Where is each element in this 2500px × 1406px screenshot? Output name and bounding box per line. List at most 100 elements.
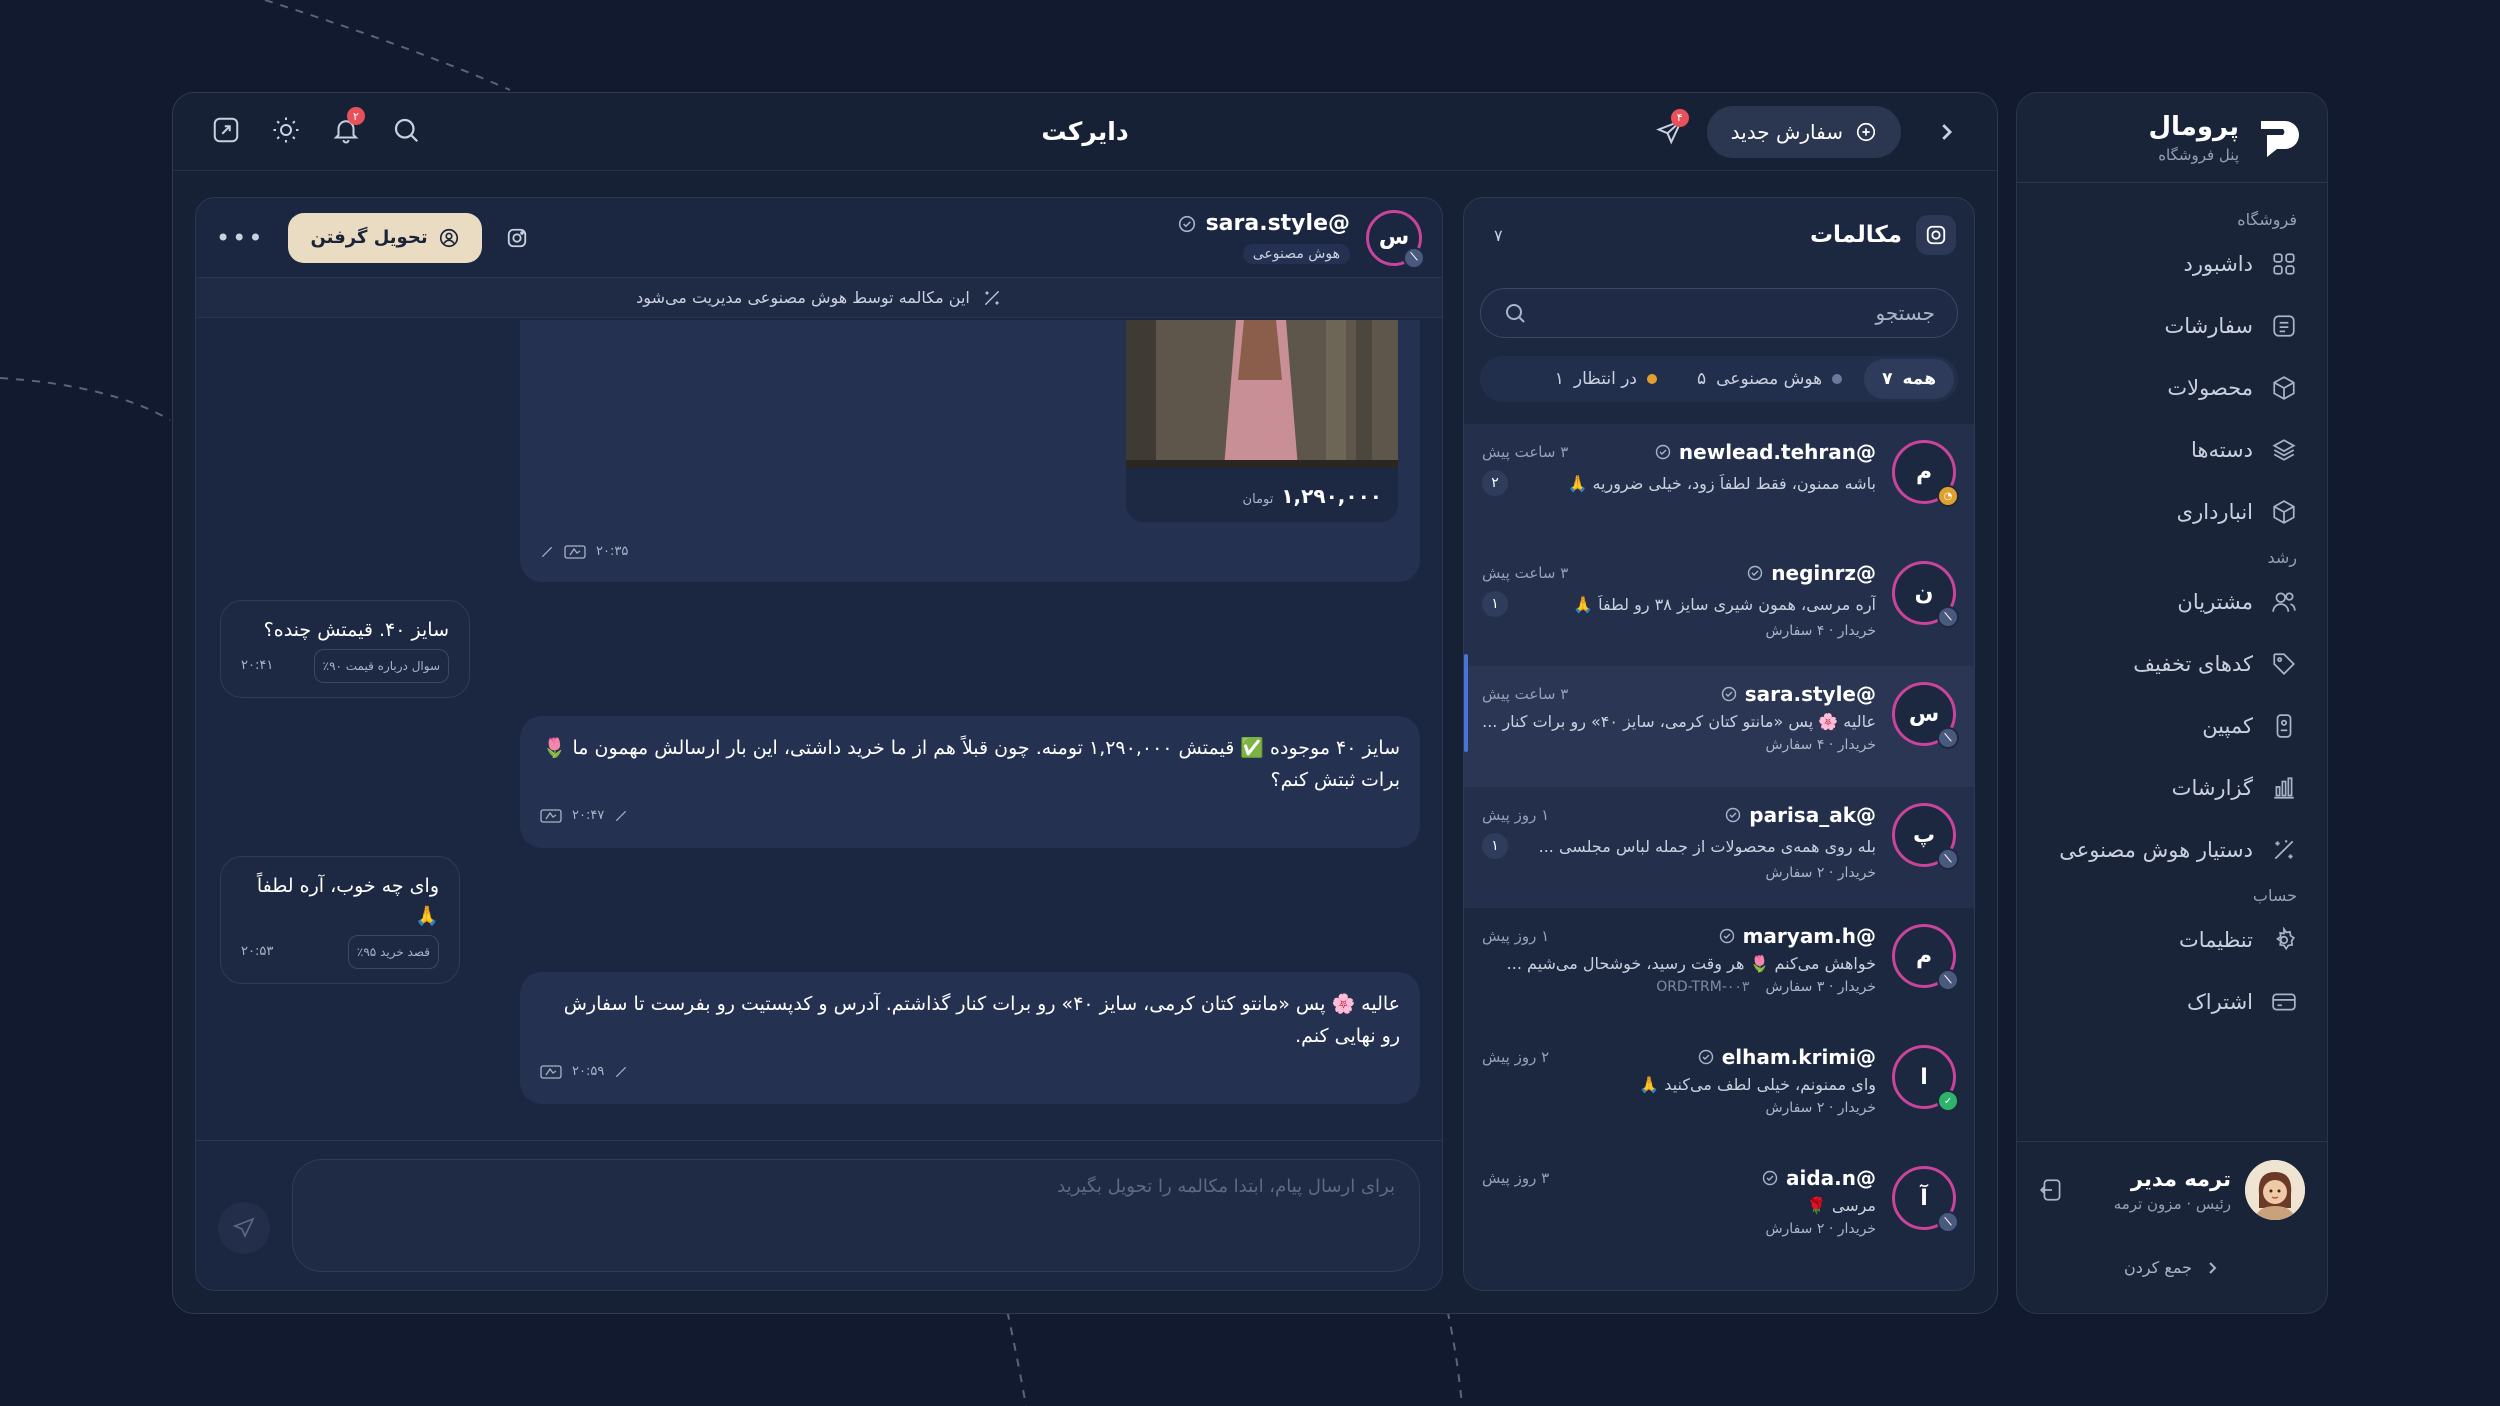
message-time: ۲۰:۴۱ [241,658,274,673]
chevron-right-icon[interactable] [1935,121,1957,143]
collapse-sidebar-button[interactable]: جمع کردن [2017,1258,2327,1277]
chat-contact-name: sara.style@ [1205,211,1350,236]
conversation-item[interactable]: آ ⟋ aida.n@ ۳ روز پیش مرسی 🌹 خریدار · ۲ … [1464,1150,1974,1271]
filter-all[interactable]: همه ۷ [1864,359,1954,399]
sidebar-item-campaign[interactable]: کمپین [2017,695,2327,757]
conversation-name: aida.n@ [1786,1166,1876,1190]
sidebar-item-subscription[interactable]: اشتراک [2017,971,2327,1033]
take-over-button[interactable]: تحویل گرفتن [288,212,482,263]
avatar: ن ⟋ [1892,561,1959,628]
sun-icon[interactable] [271,115,301,145]
conversation-item[interactable]: ن ⟋ neginrz@ ۳ ساعت پیش آره مرسی، همون ش… [1464,545,1974,666]
conversation-name: sara.style@ [1744,682,1876,706]
brand: پرومال پنل فروشگاه [2017,93,2327,183]
message-text: سایز ۴۰. قیمتش چنده؟ [263,619,449,641]
instagram-icon [1916,215,1956,255]
customer-meta: خریدار · ۲ سفارش [1765,865,1876,881]
conversation-preview: مرسی 🌹 [1806,1196,1876,1215]
sidebar-item-label: مشتریان [2177,590,2253,614]
sidebar-item-dashboard[interactable]: داشبورد [2017,233,2327,295]
expand-icon[interactable] [211,115,241,145]
message-input-placeholder: برای ارسال پیام، ابتدا مکالمه را تحویل ب… [1057,1176,1395,1197]
verified-icon [1719,928,1734,944]
conversation-time: ۲ روز پیش [1482,1048,1550,1066]
composer: برای ارسال پیام، ابتدا مکالمه را تحویل ب… [196,1140,1442,1290]
message-time: ۲۰:۵۹ [572,1064,605,1079]
search-icon[interactable] [391,115,421,145]
status-badge: ✓ [1937,1090,1959,1112]
scrollbar[interactable] [1464,654,1468,752]
conversation-preview: وای ممنونم، خیلی لطف می‌کنید 🙏 [1639,1075,1876,1094]
verified-icon [1698,1049,1713,1065]
conversation-preview: خواهش می‌کنم 🌷 هر وقت رسید، خوشحال می‌شی… [1506,954,1876,973]
verified-icon [1748,565,1763,581]
avatar-initial: س [1908,701,1940,727]
instagram-icon[interactable] [506,227,528,249]
avatar: پ ⟋ [1892,803,1959,870]
conversations-title: مکالمات [1809,222,1902,248]
ai-banner-text: این مکالمه توسط هوش مصنوعی مدیریت می‌شود [636,288,970,307]
sidebar-footer: ترمه مدیر رئیس · مزون ترمه جمع کردن [2017,1141,2327,1313]
conversations-panel: مکالمات ۷ جستجو همه ۷ هوش مصنوعی ۵ در ان… [1463,197,1975,1291]
verified-icon [1721,686,1736,702]
user-profile[interactable]: ترمه مدیر رئیس · مزون ترمه [2017,1142,2327,1220]
filter-ai[interactable]: هوش مصنوعی ۵ [1679,359,1860,399]
sidebar-item-customers[interactable]: مشتریان [2017,571,2327,633]
sidebar-item-settings[interactable]: تنظیمات [2017,909,2327,971]
conversation-item[interactable]: پ ⟋ parisa_ak@ ۱ روز پیش بله روی همه‌ی م… [1464,787,1974,908]
collapse-label: جمع کردن [2123,1258,2193,1277]
sparkle-icon [2274,840,2294,860]
conversation-item[interactable]: م ◔ newlead.tehran@ ۳ ساعت پیش باشه ممنو… [1464,424,1974,545]
new-order-button[interactable]: سفارش جدید [1706,105,1901,158]
conversation-time: ۳ ساعت پیش [1482,685,1569,703]
send-button[interactable]: ۴ [1655,108,1689,147]
filter-pending[interactable]: در انتظار ۱ [1537,359,1675,399]
sidebar-item-products[interactable]: محصولات [2017,357,2327,419]
sidebar-item-orders[interactable]: سفارشات [2017,295,2327,357]
sidebar-item-ai-assistant[interactable]: دستیار هوش مصنوعی [2017,819,2327,881]
message-text: سایز ۴۰ موجوده ✅ قیمتش ۱,۲۹۰,۰۰۰ تومنه. … [542,737,1400,791]
customer-meta: خریدار · ۲ سفارش [1765,1100,1876,1116]
brand-subtitle: پنل فروشگاه [2158,145,2239,164]
avatar: س ⟋ [1366,209,1425,269]
search-input[interactable]: جستجو [1480,288,1958,338]
more-options-icon[interactable]: ••• [216,224,264,252]
filter-count: ۷ [1882,369,1893,389]
topbar: سفارش جدید ۴ دایرکت ۲ [173,93,1997,171]
user-avatar-icon [2245,1160,2305,1220]
conversation-item[interactable]: م ⟋ maryam.h@ ۱ روز پیش خواهش می‌کنم 🌷 ه… [1464,908,1974,1029]
chat-panel: س ⟋ sara.style@ هوش مصنوعی تحویل گرفتن •… [195,197,1443,1291]
logout-icon[interactable] [2039,1177,2065,1203]
chat-header: س ⟋ sara.style@ هوش مصنوعی تحویل گرفتن •… [196,198,1442,278]
message-text: عالیه 🌸 پس «مانتو کتان کرمی، سایز ۴۰» رو… [563,993,1400,1047]
sidebar-item-label: کمپین [2202,714,2253,738]
sidebar-item-reports[interactable]: گزارشات [2017,757,2327,819]
conversation-item-active[interactable]: س ⟋ sara.style@ ۳ ساعت پیش عالیه 🌸 پس «م… [1464,666,1974,787]
send-badge: ۴ [1670,108,1689,127]
ai-managed-banner: این مکالمه توسط هوش مصنوعی مدیریت می‌شود [196,278,1442,318]
message-input[interactable]: برای ارسال پیام، ابتدا مکالمه را تحویل ب… [292,1159,1420,1272]
filter-label: هوش مصنوعی [1716,369,1823,389]
send-message-button[interactable] [218,1202,270,1254]
avatar-initial: س [1378,225,1410,250]
send-icon [232,1217,255,1238]
product-card[interactable]: ۱,۲۹۰,۰۰۰ تومان [1126,320,1398,522]
unread-count: ۲ [1482,470,1508,496]
customer-meta: خریدار · ۳ سفارش [1765,979,1876,995]
sidebar-item-categories[interactable]: دسته‌ها [2017,419,2327,481]
filter-count: ۱ [1554,369,1564,389]
verified-icon [1762,1170,1778,1186]
verified-icon [1655,444,1671,460]
notifications-button[interactable]: ۲ [331,107,365,145]
sidebar: پرومال پنل فروشگاه فروشگاه داشبورد سفارش… [2016,92,2328,1314]
ai-badge: ⟋ [1937,848,1959,870]
verified-icon [1178,215,1195,232]
conversation-item[interactable]: ا ✓ elham.krimi@ ۲ روز پیش وای ممنونم، خ… [1464,1029,1974,1150]
filter-label: در انتظار [1573,369,1637,389]
sidebar-item-discounts[interactable]: کدهای تخفیف [2017,633,2327,695]
unread-count: ۱ [1482,833,1508,859]
avatar: ا ✓ [1892,1045,1959,1112]
box-icon [2273,376,2295,400]
conversation-name: neginrz@ [1771,561,1876,585]
sidebar-item-inventory[interactable]: انبارداری [2017,481,2327,543]
